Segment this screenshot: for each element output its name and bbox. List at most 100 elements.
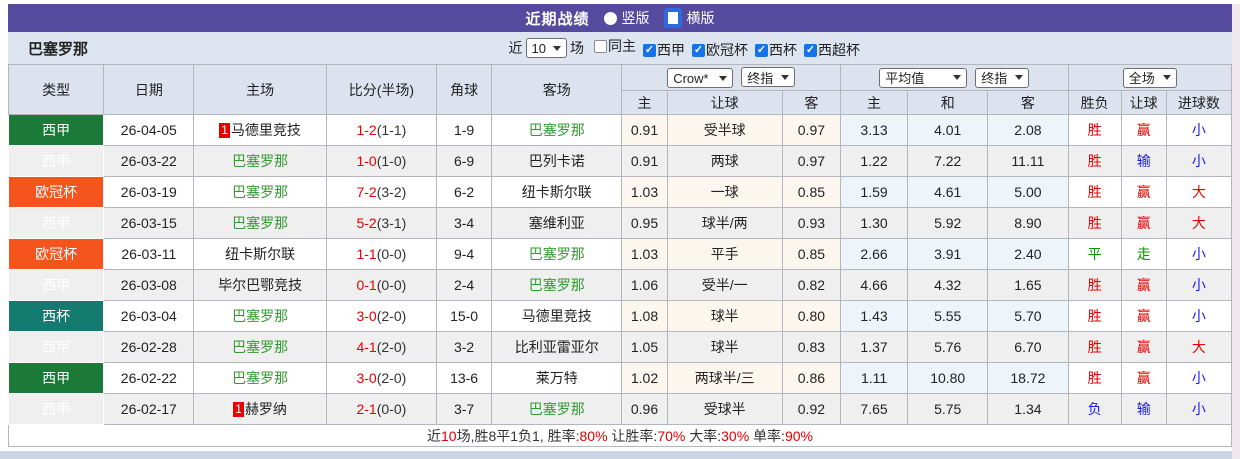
fulltime-score: 1-1 [356, 246, 377, 262]
result-flag: 赢 [1120, 114, 1167, 146]
result-flag: 输 [1120, 393, 1167, 425]
title-bar: 近期战绩 竖版 横版 [8, 4, 1232, 32]
league-badge: 西甲 [7, 145, 105, 177]
away-team: 比利亚雷亚尔 [491, 331, 623, 363]
away-team-name: 巴塞罗那 [528, 122, 585, 138]
filter-checkbox[interactable]: ✓ 欧冠杯 [692, 40, 748, 60]
europe-odds: 4.32 [907, 269, 989, 301]
league-badge: 西甲 [7, 207, 105, 239]
radio-label: 横版 [686, 10, 715, 26]
handicap-odds: 球半/两 [666, 207, 783, 239]
corners: 1-9 [436, 114, 493, 146]
radio-icon [603, 11, 617, 25]
home-team-name: 马德里竞技 [230, 122, 301, 138]
col-header-eu-draw: 和 [907, 90, 989, 115]
away-team-name: 巴塞罗那 [528, 401, 585, 417]
radio-horizontal-layout[interactable]: 横版 [663, 8, 715, 28]
euro-odds-group-header: 平均值 终指 [839, 64, 1069, 91]
handicap-odds: 0.85 [781, 238, 841, 270]
result-flag: 赢 [1120, 176, 1167, 208]
handicap-odds: 两球 [666, 145, 783, 177]
handicap-final-select[interactable]: 终指 [741, 67, 796, 87]
col-header-eu-home: 主 [839, 90, 909, 115]
average-select[interactable]: 平均值 [879, 67, 968, 88]
result-flag: 胜 [1067, 331, 1122, 363]
league-badge: 西甲 [7, 393, 105, 425]
home-team: 巴塞罗那 [193, 207, 327, 239]
match-date: 26-03-22 [103, 145, 195, 177]
score: 7-2(3-2) [325, 176, 438, 208]
match-row: 西甲 26-03-08 毕尔巴鄂竞技 0-1(0-0) 2-4 巴塞罗那 1.06 受半/一 0… [7, 269, 1233, 301]
handicap-odds: 0.97 [781, 145, 841, 177]
handicap-odds: 0.91 [621, 114, 668, 146]
fulltime-score: 7-2 [356, 184, 377, 200]
europe-odds: 1.11 [839, 362, 909, 394]
europe-odds: 5.75 [907, 393, 989, 425]
handicap-odds: 0.95 [621, 207, 668, 239]
corners: 3-4 [436, 207, 493, 239]
near-label: 近 [508, 40, 523, 56]
col-header-score: 比分(半场) [325, 64, 438, 115]
filter-checkbox[interactable]: ✓ 西杯 [755, 40, 797, 60]
home-team: 巴塞罗那 [193, 300, 327, 332]
halftime-score: (3-2) [376, 184, 407, 200]
europe-odds: 18.72 [987, 362, 1069, 394]
europe-odds: 4.61 [907, 176, 989, 208]
away-team: 巴塞罗那 [491, 269, 623, 301]
result-flag: 小 [1165, 300, 1233, 332]
home-team: 1 马德里竞技 [193, 114, 327, 146]
match-date: 26-02-22 [103, 362, 195, 394]
europe-odds: 1.37 [839, 331, 909, 363]
checkbox-icon: ✓ [755, 43, 768, 57]
result-flag: 胜 [1067, 207, 1122, 239]
match-date: 26-03-19 [103, 176, 195, 208]
match-date: 26-03-11 [103, 238, 195, 270]
handicap-odds: 0.80 [781, 300, 841, 332]
scrollbar-gutter[interactable] [1232, 4, 1240, 459]
handicap-odds: 受半/一 [666, 269, 783, 301]
halftime-score: (0-0) [376, 401, 407, 417]
home-team-name: 巴塞罗那 [232, 370, 289, 386]
handicap-odds: 0.97 [781, 114, 841, 146]
euro-final-select[interactable]: 终指 [975, 67, 1030, 88]
europe-odds: 1.59 [839, 176, 909, 208]
europe-odds: 1.30 [839, 207, 909, 239]
col-header-handicap-result: 让球 [1120, 90, 1167, 115]
result-flag: 负 [1067, 393, 1122, 425]
summary-line: 近10场,胜8平1负1, 胜率:80% 让胜率:70% 大率:30% 单率:90… [8, 424, 1232, 447]
checkbox-icon [594, 39, 607, 53]
handicap-group-header: Crow* 终指 [621, 64, 841, 91]
filter-checkbox[interactable]: 同主 [594, 36, 636, 56]
away-team-name: 巴列卡诺 [528, 153, 585, 169]
result-flag: 小 [1165, 269, 1233, 301]
col-header-date: 日期 [103, 64, 195, 115]
fulltime-score: 5-2 [356, 215, 377, 231]
match-count-select[interactable]: 10 [525, 38, 567, 58]
match-row: 欧冠杯 26-03-11 纽卡斯尔联 1-1(0-0) 9-4 巴塞罗那 1.03 平手 0.8… [7, 238, 1233, 270]
result-flag: 胜 [1067, 300, 1122, 332]
corners: 15-0 [436, 300, 493, 332]
checkbox-label: 西甲 [657, 42, 685, 58]
score: 3-0(2-0) [325, 362, 438, 394]
bookmaker-select[interactable]: Crow* [667, 68, 734, 88]
fulltime-select[interactable]: 全场 [1122, 67, 1177, 88]
score: 1-1(0-0) [325, 238, 438, 270]
handicap-odds: 1.03 [621, 176, 668, 208]
filter-checkbox[interactable]: ✓ 西甲 [643, 40, 685, 60]
summary-text: 场,胜8平1负1, 胜率: [456, 427, 580, 444]
handicap-odds: 0.91 [621, 145, 668, 177]
bottom-strip [0, 451, 1240, 459]
result-flag: 大 [1165, 176, 1233, 208]
chevron-down-icon [719, 75, 728, 81]
match-row: 西甲 26-02-22 巴塞罗那 3-0(2-0) 13-6 莱万特 1.02 两球半/三 0.… [7, 362, 1233, 394]
away-team: 巴塞罗那 [491, 114, 623, 146]
summary-stat-value: 70% [657, 427, 686, 444]
away-team-name: 塞维利亚 [528, 215, 585, 231]
handicap-odds: 球半 [666, 300, 783, 332]
match-date: 26-03-15 [103, 207, 195, 239]
match-filters: 近 10 场 同主 ✓ 西甲 ✓ 欧冠杯 ✓ 西杯 ✓ 西超杯 [509, 36, 860, 60]
filter-checkbox[interactable]: ✓ 西超杯 [804, 40, 860, 60]
filter-bar: 巴塞罗那 近 10 场 同主 ✓ 西甲 ✓ 欧冠杯 ✓ 西杯 ✓ 西超杯 [8, 32, 1232, 64]
handicap-odds: 1.03 [621, 238, 668, 270]
radio-vertical-layout[interactable]: 竖版 [603, 8, 650, 28]
